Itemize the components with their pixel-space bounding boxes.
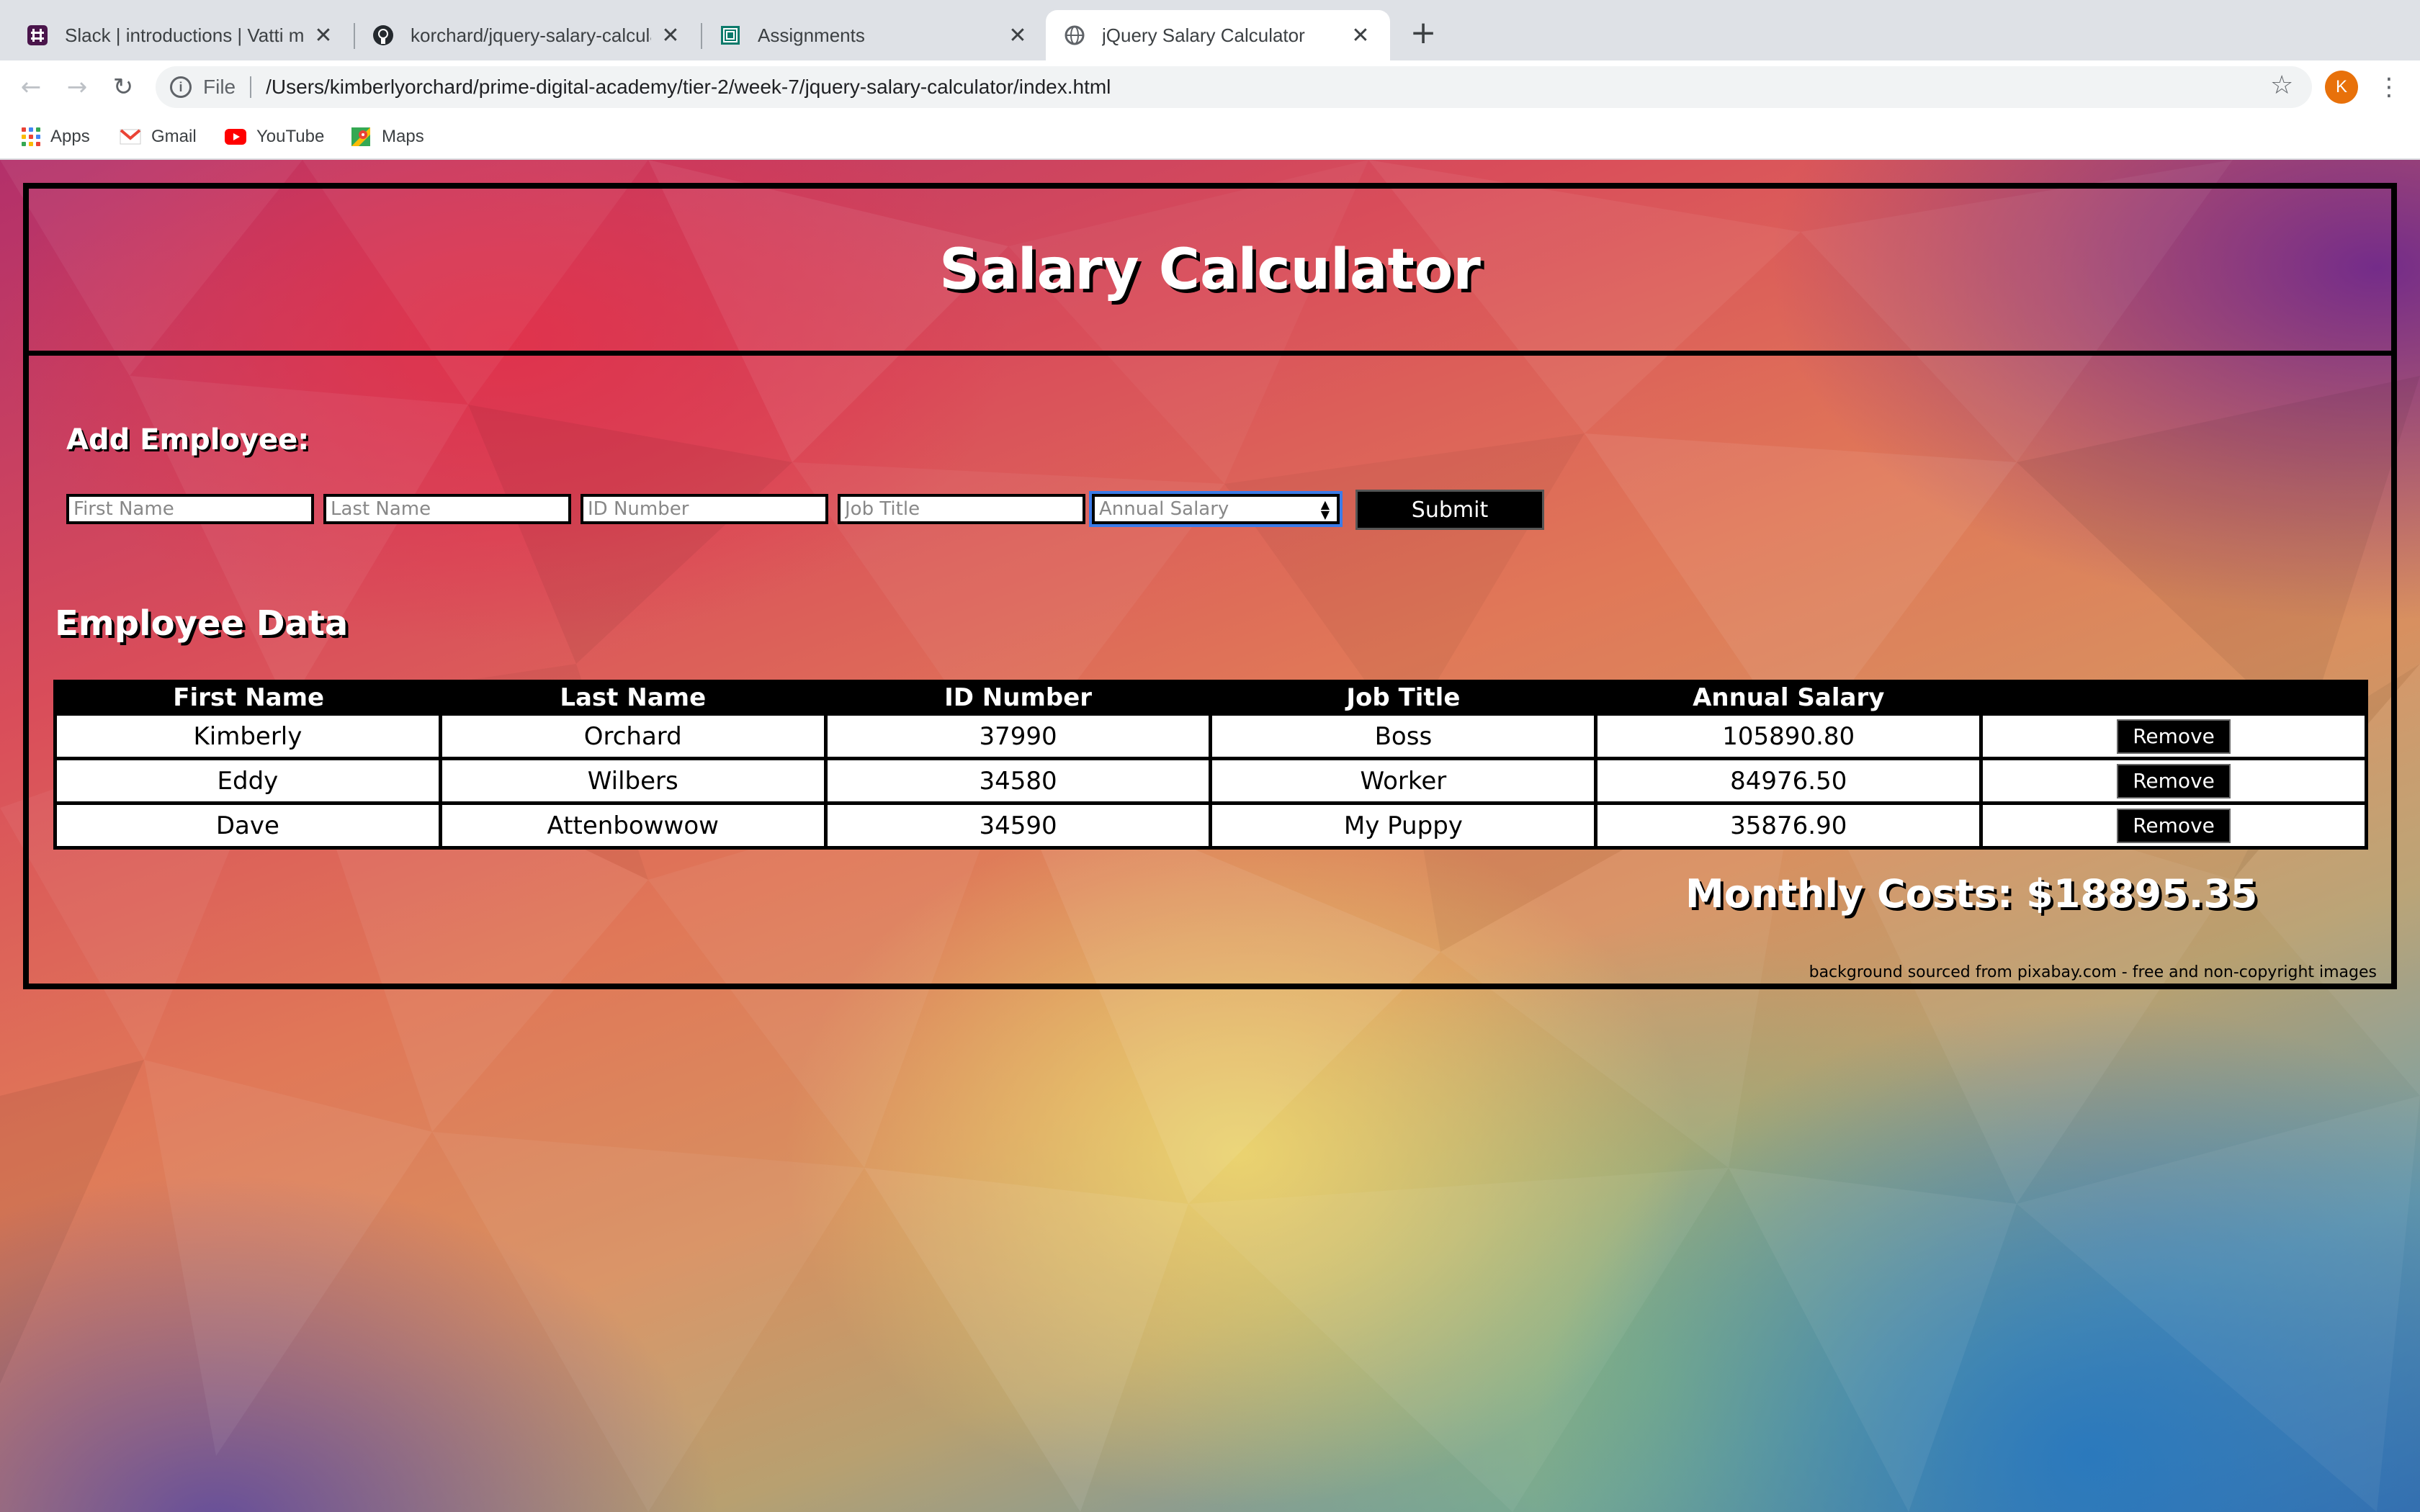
gmail-icon — [120, 128, 141, 145]
table-row: Kimberly Orchard 37990 Boss 105890.80 Re… — [53, 712, 2368, 760]
bookmark-youtube[interactable]: YouTube — [225, 122, 324, 151]
github-icon — [372, 24, 395, 47]
bookmark-star-icon[interactable]: ☆ — [2270, 71, 2293, 100]
column-header-id-number: ID Number — [825, 681, 1211, 714]
cell-actions: Remove — [1979, 801, 2368, 850]
slack-icon — [26, 24, 49, 47]
bookmark-label: Gmail — [151, 127, 197, 146]
column-header-annual-salary: Annual Salary — [1595, 681, 1981, 714]
cell-actions: Remove — [1979, 712, 2368, 760]
cell-id-number: 34590 — [823, 801, 1213, 850]
tab-title: jQuery Salary Calculator — [1102, 24, 1305, 46]
bookmark-gmail[interactable]: Gmail — [120, 122, 197, 151]
close-icon[interactable]: ✕ — [1350, 23, 1371, 48]
employee-table: First Name Last Name ID Number Job Title… — [53, 680, 2368, 850]
reload-icon[interactable]: ↻ — [107, 71, 140, 104]
globe-icon — [1063, 24, 1086, 47]
cell-job-title: My Puppy — [1209, 801, 1598, 850]
cell-first-name: Kimberly — [53, 712, 442, 760]
page-title: Salary Calculator — [939, 238, 1481, 302]
cell-actions: Remove — [1979, 757, 2368, 805]
spinner-arrows-icon[interactable]: ▲ ▼ — [1321, 499, 1330, 521]
cell-last-name: Wilbers — [438, 757, 828, 805]
youtube-icon — [225, 129, 246, 145]
monthly-costs-total: Monthly Costs: $18895.35 — [1685, 871, 2258, 917]
cell-first-name: Dave — [53, 801, 442, 850]
calculator-container: Salary Calculator Add Employee: Annual S… — [23, 183, 2397, 989]
cell-first-name: Eddy — [53, 757, 442, 805]
tab-slack[interactable]: Slack | introductions | Vatti me ✕ — [0, 10, 353, 60]
close-icon[interactable]: ✕ — [1007, 23, 1028, 48]
page-header: Salary Calculator — [29, 189, 2391, 356]
cell-last-name: Orchard — [438, 712, 828, 760]
profile-avatar[interactable]: K — [2325, 71, 2358, 104]
column-header-last-name: Last Name — [440, 681, 826, 714]
menu-kebab-icon[interactable]: ⋮ — [2377, 71, 2401, 104]
column-header-actions — [1981, 681, 2367, 714]
cell-annual-salary: 105890.80 — [1594, 712, 1984, 760]
column-header-job-title: Job Title — [1210, 681, 1596, 714]
add-employee-heading: Add Employee: — [66, 423, 310, 456]
maps-icon — [350, 126, 372, 148]
cell-job-title: Boss — [1209, 712, 1598, 760]
url-scheme-label: File — [203, 76, 236, 98]
tab-title: Slack | introductions | Vatti me — [65, 24, 304, 46]
bookmark-apps[interactable]: Apps — [22, 122, 90, 151]
annual-salary-input[interactable]: Annual Salary ▲ ▼ — [1089, 491, 1343, 527]
submit-button[interactable]: Submit — [1355, 490, 1544, 530]
bookmark-maps[interactable]: Maps — [350, 122, 424, 151]
remove-button[interactable]: Remove — [2117, 763, 2231, 798]
bookmark-label: YouTube — [256, 127, 325, 146]
close-icon[interactable]: ✕ — [313, 23, 334, 48]
first-name-input[interactable] — [66, 494, 314, 524]
cell-annual-salary: 84976.50 — [1594, 757, 1984, 805]
forward-arrow-icon[interactable]: → — [60, 71, 94, 104]
cell-id-number: 34580 — [823, 757, 1213, 805]
remove-button[interactable]: Remove — [2117, 719, 2231, 754]
cell-last-name: Attenbowwow — [438, 801, 828, 850]
new-tab-button[interactable]: + — [1406, 17, 1440, 52]
tab-title: korchard/jquery-salary-calcula — [411, 24, 651, 46]
table-row: Eddy Wilbers 34580 Worker 84976.50 Remov… — [53, 757, 2368, 805]
job-title-input[interactable] — [838, 494, 1085, 524]
bookmarks-bar: Apps Gmail YouTube Maps — [0, 114, 2420, 160]
table-header-row: First Name Last Name ID Number Job Title… — [55, 681, 2367, 714]
tab-github[interactable]: korchard/jquery-salary-calcula ✕ — [354, 10, 700, 60]
assignments-icon — [719, 24, 742, 47]
id-number-input[interactable] — [581, 494, 828, 524]
bookmark-label: Maps — [382, 127, 424, 146]
back-arrow-icon[interactable]: ← — [14, 71, 48, 104]
browser-toolbar: ← → ↻ i File /Users/kimberlyorchard/prim… — [0, 60, 2420, 114]
annual-salary-placeholder: Annual Salary — [1099, 498, 1229, 520]
info-icon[interactable]: i — [170, 76, 192, 98]
cell-job-title: Worker — [1209, 757, 1598, 805]
last-name-input[interactable] — [323, 494, 571, 524]
page-viewport: Salary Calculator Add Employee: Annual S… — [0, 160, 2420, 1512]
omnibox-divider — [250, 76, 252, 98]
url-text: /Users/kimberlyorchard/prime-digital-aca… — [266, 76, 1111, 98]
bookmark-label: Apps — [50, 127, 90, 146]
employee-data-heading: Employee Data — [55, 603, 349, 644]
close-icon[interactable]: ✕ — [660, 23, 681, 48]
background-credit: background sourced from pixabay.com - fr… — [1809, 963, 2377, 981]
browser-tab-strip: Slack | introductions | Vatti me ✕ korch… — [0, 0, 2420, 60]
remove-button[interactable]: Remove — [2117, 808, 2231, 843]
apps-grid-icon — [22, 127, 40, 146]
tab-assignments[interactable]: Assignments ✕ — [702, 10, 1047, 60]
tab-jquery-salary-calculator[interactable]: jQuery Salary Calculator ✕ — [1046, 10, 1390, 60]
table-row: Dave Attenbowwow 34590 My Puppy 35876.90… — [53, 801, 2368, 850]
tab-title: Assignments — [758, 24, 865, 46]
cell-id-number: 37990 — [823, 712, 1213, 760]
cell-annual-salary: 35876.90 — [1594, 801, 1984, 850]
address-bar[interactable]: i File /Users/kimberlyorchard/prime-digi… — [156, 66, 2312, 108]
column-header-first-name: First Name — [55, 681, 441, 714]
